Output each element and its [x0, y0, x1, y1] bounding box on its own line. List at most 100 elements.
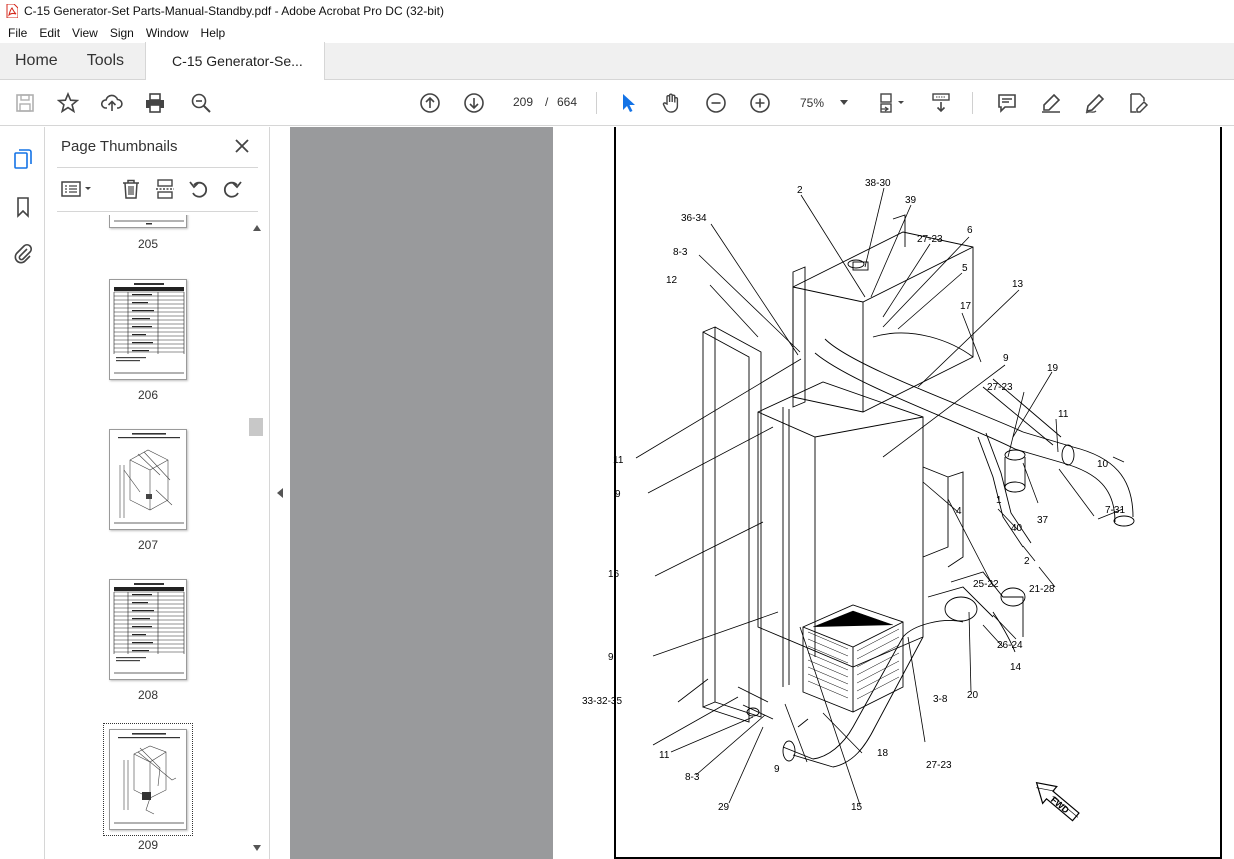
toolbar-divider — [972, 92, 973, 114]
edit-icon[interactable] — [1125, 90, 1151, 116]
sign-icon[interactable] — [1082, 90, 1108, 116]
options-menu-icon[interactable] — [59, 177, 95, 201]
callout-label: 21-28 — [1029, 584, 1055, 595]
callout-label: 16 — [608, 569, 620, 580]
scroll-up-icon[interactable] — [253, 225, 261, 231]
callout-label: 8-3 — [685, 772, 700, 783]
tab-home[interactable]: Home — [0, 42, 73, 79]
forward-arrow-icon: FWD — [1035, 781, 1080, 822]
thumbnail-label: 208 — [137, 688, 159, 702]
panel-title: Page Thumbnails — [61, 138, 178, 155]
zoom-select[interactable]: 75% — [790, 90, 854, 116]
tab-bar: Home Tools C-15 Generator-Se... — [0, 42, 1234, 80]
menu-help[interactable]: Help — [195, 26, 232, 40]
upload-icon[interactable] — [99, 90, 125, 116]
panel-divider — [57, 167, 258, 168]
document-view[interactable]: 2 38-30 39 36-34 27-23 6 8-3 5 12 17 13 … — [290, 127, 1234, 859]
callout-label: 33-32-35 — [582, 696, 622, 707]
page-total: 664 — [557, 95, 578, 109]
parts-diagram: 2 38-30 39 36-34 27-23 6 8-3 5 12 17 13 … — [582, 178, 1135, 822]
callout-label: 11 — [1058, 409, 1069, 420]
callout-label: 13 — [1012, 279, 1024, 290]
menu-window[interactable]: Window — [140, 26, 195, 40]
comment-icon[interactable] — [994, 90, 1020, 116]
callout-label: 19 — [1047, 363, 1059, 374]
page-number-input[interactable]: 209 — [505, 89, 541, 115]
menu-edit[interactable]: Edit — [33, 26, 66, 40]
thumbnail-scrollbar[interactable] — [249, 215, 265, 859]
zoom-out-icon[interactable] — [703, 90, 729, 116]
page-thumbnails-icon[interactable] — [11, 147, 35, 171]
thumbnail-page-207[interactable] — [109, 429, 187, 530]
zoom-value: 75% — [800, 96, 825, 110]
scroll-down-icon[interactable] — [253, 845, 261, 851]
thumbnail-page-209[interactable] — [103, 723, 193, 836]
callout-label: 26-24 — [997, 640, 1023, 651]
callout-label: 27-23 — [987, 382, 1013, 393]
tab-document[interactable]: C-15 Generator-Se... — [145, 42, 326, 80]
toolbar: 209 / 664 75% — [0, 80, 1234, 126]
panel-collapse-handle[interactable] — [271, 127, 290, 859]
save-icon[interactable] — [12, 90, 38, 116]
callout-label: 38-30 — [865, 178, 891, 189]
thumbnail-page-206[interactable] — [109, 279, 187, 380]
menu-sign[interactable]: Sign — [104, 26, 140, 40]
callout-label: 7-31 — [1105, 505, 1125, 516]
thumbnail-label: 209 — [137, 838, 159, 852]
menu-file[interactable]: File — [2, 26, 33, 40]
scroll-mode-icon[interactable] — [928, 90, 954, 116]
search-zoom-icon[interactable] — [188, 90, 214, 116]
callout-label: 14 — [1010, 662, 1022, 673]
menu-view[interactable]: View — [66, 26, 104, 40]
callout-label: 4 — [956, 506, 962, 517]
pointer-icon[interactable] — [615, 90, 641, 116]
zoom-in-icon[interactable] — [747, 90, 773, 116]
delete-icon[interactable] — [119, 177, 143, 201]
callout-label: 12 — [666, 275, 678, 286]
menu-bar: File Edit View Sign Window Help — [0, 22, 1234, 43]
thumbnail-label: 206 — [137, 388, 159, 402]
collapse-arrow-icon — [277, 488, 283, 498]
callout-label: 9 — [615, 489, 621, 500]
rotate-right-icon[interactable] — [220, 177, 244, 201]
page-separator: / — [545, 95, 549, 109]
page-fit-icon[interactable] — [876, 90, 910, 116]
callout-label: 9 — [608, 652, 614, 663]
close-icon[interactable] — [233, 137, 251, 155]
acrobat-app-icon — [6, 4, 18, 18]
rotate-left-icon[interactable] — [187, 177, 211, 201]
callout-label: 2 — [797, 185, 803, 196]
title-bar: C-15 Generator-Set Parts-Manual-Standby.… — [0, 0, 1234, 22]
scroll-thumb[interactable] — [249, 418, 263, 436]
thumbnail-list: 205 206 207 208 209 — [45, 215, 250, 859]
bookmark-icon[interactable] — [11, 195, 35, 219]
callout-label: 11 — [659, 750, 670, 761]
extract-pages-icon[interactable] — [153, 177, 177, 201]
page-up-icon[interactable] — [417, 90, 443, 116]
callout-label: 39 — [905, 195, 917, 206]
left-nav-rail — [0, 127, 45, 859]
callout-label: 9 — [774, 764, 780, 775]
print-icon[interactable] — [142, 90, 168, 116]
thumbnail-page-208[interactable] — [109, 579, 187, 680]
thumbnail-page-205[interactable] — [109, 215, 187, 228]
callout-label: 3-8 — [933, 694, 948, 705]
pdf-page: 2 38-30 39 36-34 27-23 6 8-3 5 12 17 13 … — [553, 127, 1234, 859]
callout-label: 36-34 — [681, 213, 707, 224]
tab-tools[interactable]: Tools — [73, 42, 139, 79]
callout-label: 17 — [960, 301, 972, 312]
page-down-icon[interactable] — [461, 90, 487, 116]
thumbnail-label: 205 — [137, 237, 159, 251]
hand-icon[interactable] — [659, 90, 685, 116]
highlight-icon[interactable] — [1038, 90, 1064, 116]
callout-label: 40 — [1011, 523, 1023, 534]
callout-label: 2 — [1024, 556, 1030, 567]
star-icon[interactable] — [55, 90, 81, 116]
attachment-icon[interactable] — [11, 241, 35, 265]
callout-label: 29 — [718, 802, 730, 813]
callout-label: 15 — [851, 802, 863, 813]
callout-label: 8-3 — [673, 247, 688, 258]
callout-label: 18 — [877, 748, 889, 759]
callout-label: 11 — [613, 455, 624, 466]
thumbnail-tools — [57, 175, 258, 203]
